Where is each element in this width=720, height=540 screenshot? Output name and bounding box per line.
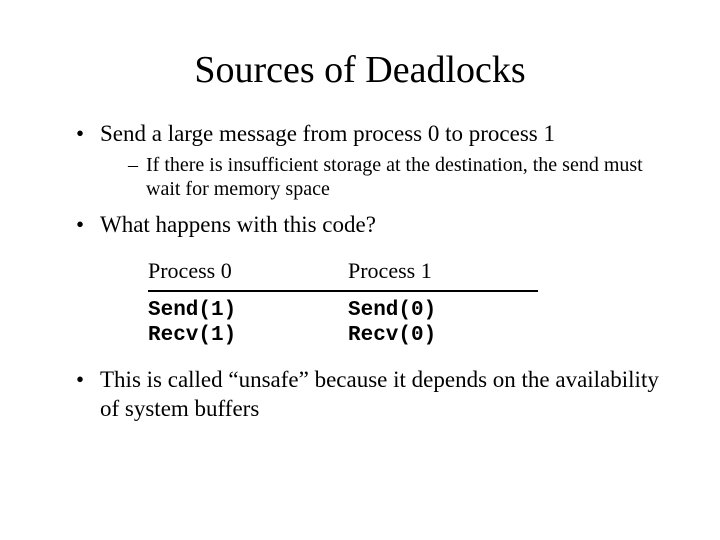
bullet-2: What happens with this code? [76, 211, 672, 240]
table-header-row: Process 0 Process 1 [148, 258, 672, 288]
code-table: Process 0 Process 1 Send(1) Recv(1) Send… [148, 258, 672, 348]
table-row: Send(1) Recv(1) Send(0) Recv(0) [148, 298, 672, 348]
table-header-p0: Process 0 [148, 258, 348, 288]
bullet-3: This is called “unsafe” because it depen… [76, 366, 672, 424]
bullet-2-text: What happens with this code? [100, 212, 376, 237]
bullet-list-2: This is called “unsafe” because it depen… [76, 366, 672, 424]
slide-title: Sources of Deadlocks [48, 48, 672, 92]
p0-line2: Recv(1) [148, 323, 348, 348]
sub-bullet-1: If there is insufficient storage at the … [128, 153, 672, 201]
p1-line1: Send(0) [348, 298, 548, 323]
bullet-1-text: Send a large message from process 0 to p… [100, 121, 555, 146]
sub-bullet-list: If there is insufficient storage at the … [128, 153, 672, 201]
bullet-1: Send a large message from process 0 to p… [76, 120, 672, 201]
bullet-list: Send a large message from process 0 to p… [76, 120, 672, 240]
p0-code: Send(1) Recv(1) [148, 298, 348, 348]
table-divider [148, 290, 538, 292]
sub-bullet-1-text: If there is insufficient storage at the … [146, 154, 643, 200]
p1-code: Send(0) Recv(0) [348, 298, 548, 348]
slide: Sources of Deadlocks Send a large messag… [0, 0, 720, 540]
p0-line1: Send(1) [148, 298, 348, 323]
bullet-3-text: This is called “unsafe” because it depen… [100, 367, 659, 421]
p1-line2: Recv(0) [348, 323, 548, 348]
table-header-p1: Process 1 [348, 258, 548, 288]
